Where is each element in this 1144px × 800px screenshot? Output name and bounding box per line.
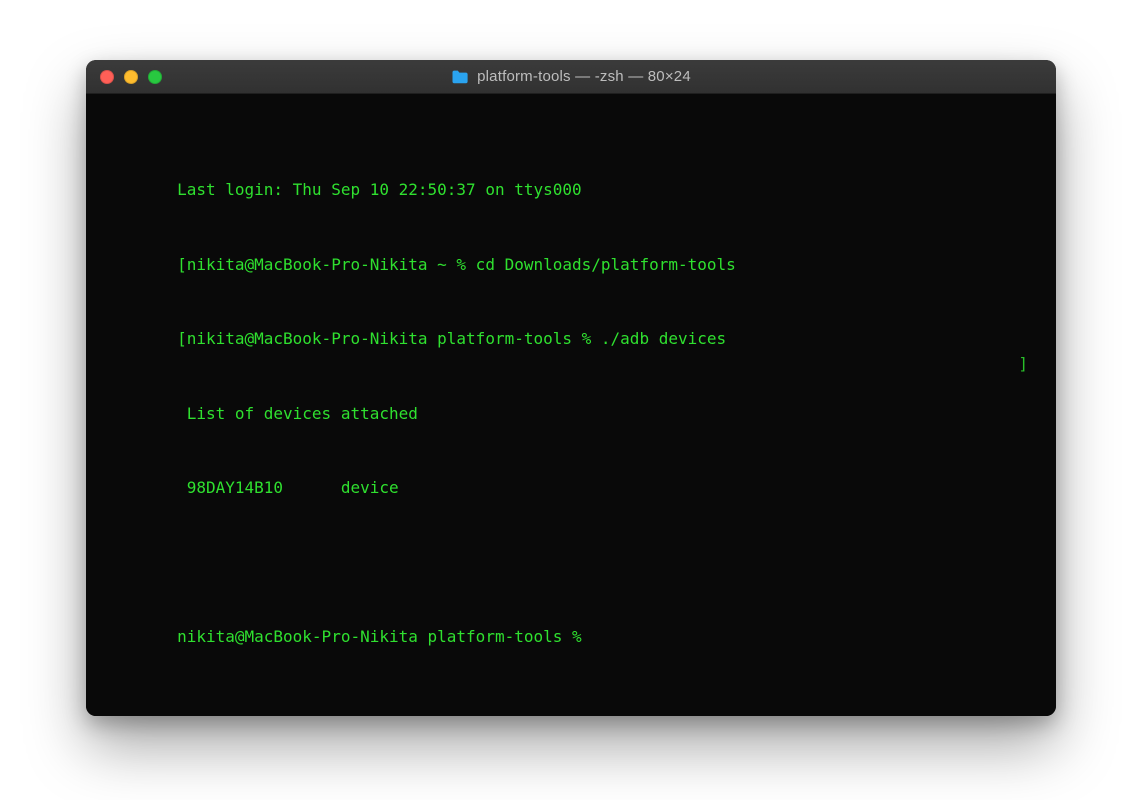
output-line-2: 98DAY14B10 device [177, 478, 399, 497]
terminal-window: platform-tools — -zsh — 80×24 Last login… [86, 60, 1056, 716]
right-bracket: ] [1018, 352, 1028, 377]
close-button[interactable] [100, 70, 114, 84]
window-title-text: platform-tools — -zsh — 80×24 [477, 68, 691, 85]
window-titlebar: platform-tools — -zsh — 80×24 [86, 60, 1056, 94]
blank-line [100, 526, 1042, 551]
minimize-button[interactable] [124, 70, 138, 84]
current-prompt: nikita@MacBook-Pro-Nikita platform-tools… [177, 627, 591, 646]
prompt-line-1: [nikita@MacBook-Pro-Nikita ~ % cd Downlo… [177, 255, 736, 274]
terminal-body[interactable]: Last login: Thu Sep 10 22:50:37 on ttys0… [86, 94, 1056, 716]
traffic-lights [86, 70, 162, 84]
folder-icon [451, 70, 469, 84]
zoom-button[interactable] [148, 70, 162, 84]
output-line-1: List of devices attached [177, 404, 418, 423]
window-title: platform-tools — -zsh — 80×24 [86, 68, 1056, 85]
prompt-line-2: [nikita@MacBook-Pro-Nikita platform-tool… [177, 329, 726, 348]
last-login-line: Last login: Thu Sep 10 22:50:37 on ttys0… [177, 180, 582, 199]
